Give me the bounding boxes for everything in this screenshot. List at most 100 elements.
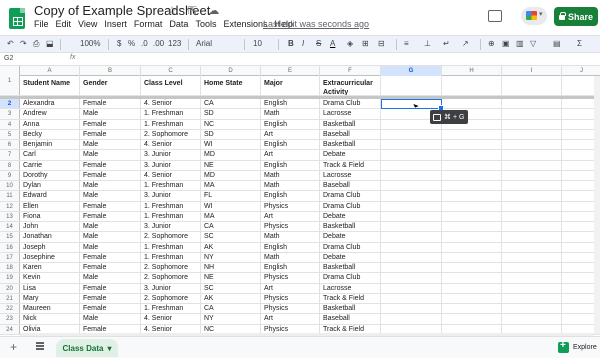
table-cell[interactable]: WI: [201, 201, 261, 211]
table-cell[interactable]: Male: [80, 181, 141, 191]
horizontal-align-icon[interactable]: ≡: [404, 39, 409, 48]
table-cell[interactable]: 3. Junior: [141, 191, 201, 201]
table-cell[interactable]: SC: [201, 283, 261, 293]
table-cell[interactable]: Female: [80, 304, 141, 314]
table-cell[interactable]: Jonathan: [20, 232, 80, 242]
vertical-align-icon[interactable]: ⊥: [424, 39, 431, 48]
row-number[interactable]: 4: [0, 119, 20, 129]
sheet-tab-class-data[interactable]: Class Data ▾: [56, 339, 118, 357]
table-cell[interactable]: Drama Club: [320, 99, 381, 109]
table-cell[interactable]: Male: [80, 273, 141, 283]
row-number[interactable]: 12: [0, 201, 20, 211]
table-cell[interactable]: Anna: [20, 119, 80, 129]
font-select[interactable]: Arial: [196, 39, 212, 48]
table-cell[interactable]: Male: [80, 232, 141, 242]
insert-link-icon[interactable]: ⊕: [488, 39, 495, 48]
table-cell[interactable]: Basketball: [320, 140, 381, 150]
row-number[interactable]: 15: [0, 232, 20, 242]
table-cell[interactable]: [442, 232, 502, 242]
table-cell[interactable]: 1. Freshman: [141, 181, 201, 191]
table-cell[interactable]: [381, 150, 442, 160]
selected-cell-g2[interactable]: [381, 99, 444, 112]
table-cell[interactable]: [502, 263, 562, 273]
table-cell[interactable]: Basketball: [320, 304, 381, 314]
table-cell[interactable]: English: [261, 191, 320, 201]
table-cell[interactable]: Male: [80, 314, 141, 324]
table-cell[interactable]: Lacrosse: [320, 170, 381, 180]
table-cell[interactable]: NE: [201, 273, 261, 283]
column-header-b[interactable]: B: [80, 66, 141, 76]
row-number[interactable]: 18: [0, 263, 20, 273]
table-cell[interactable]: [502, 283, 562, 293]
table-cell[interactable]: 4. Senior: [141, 314, 201, 324]
header-cell[interactable]: [502, 76, 562, 95]
print-icon[interactable]: ⎙: [33, 39, 39, 49]
table-cell[interactable]: Fiona: [20, 211, 80, 221]
table-cell[interactable]: AK: [201, 293, 261, 303]
table-cell[interactable]: Art: [261, 150, 320, 160]
table-cell[interactable]: Art: [261, 314, 320, 324]
table-cell[interactable]: [502, 232, 562, 242]
table-cell[interactable]: [502, 119, 562, 129]
table-cell[interactable]: Karen: [20, 263, 80, 273]
menu-item[interactable]: Extensions: [223, 19, 267, 29]
column-header-j[interactable]: J: [562, 66, 600, 76]
table-cell[interactable]: Drama Club: [320, 191, 381, 201]
table-cell[interactable]: Carrie: [20, 160, 80, 170]
row-number[interactable]: 2: [0, 99, 20, 109]
row-number[interactable]: 17: [0, 252, 20, 262]
column-header-h[interactable]: H: [442, 66, 502, 76]
table-cell[interactable]: Joseph: [20, 242, 80, 252]
borders-icon[interactable]: ⊞: [362, 39, 369, 48]
table-cell[interactable]: SD: [201, 129, 261, 139]
table-cell[interactable]: Edward: [20, 191, 80, 201]
table-cell[interactable]: [502, 140, 562, 150]
table-cell[interactable]: MD: [201, 150, 261, 160]
table-cell[interactable]: Female: [80, 129, 141, 139]
table-cell[interactable]: Art: [261, 129, 320, 139]
star-move-cloud-icons[interactable]: ☆ ⇱ ☁: [167, 4, 223, 17]
table-cell[interactable]: English: [261, 119, 320, 129]
table-cell[interactable]: [381, 263, 442, 273]
table-cell[interactable]: 1. Freshman: [141, 201, 201, 211]
filter-icon[interactable]: ▽: [530, 39, 536, 48]
row-number[interactable]: 10: [0, 181, 20, 191]
table-cell[interactable]: 1. Freshman: [141, 109, 201, 119]
table-cell[interactable]: Female: [80, 252, 141, 262]
table-cell[interactable]: Math: [261, 181, 320, 191]
table-cell[interactable]: Basketball: [320, 263, 381, 273]
table-cell[interactable]: [381, 191, 442, 201]
row-number[interactable]: 1: [0, 76, 20, 95]
table-cell[interactable]: 2. Sophomore: [141, 129, 201, 139]
table-cell[interactable]: Male: [80, 109, 141, 119]
column-header-i[interactable]: I: [502, 66, 562, 76]
select-all-corner[interactable]: [0, 66, 20, 76]
table-cell[interactable]: Debate: [320, 211, 381, 221]
last-edit-link[interactable]: Last edit was seconds ago: [263, 19, 369, 29]
table-cell[interactable]: 3. Junior: [141, 283, 201, 293]
table-cell[interactable]: Dorothy: [20, 170, 80, 180]
table-cell[interactable]: [442, 170, 502, 180]
table-cell[interactable]: MA: [201, 211, 261, 221]
table-cell[interactable]: Physics: [261, 222, 320, 232]
table-cell[interactable]: 1. Freshman: [141, 304, 201, 314]
table-cell[interactable]: 3. Junior: [141, 160, 201, 170]
table-cell[interactable]: SD: [201, 109, 261, 119]
header-cell[interactable]: [442, 76, 502, 95]
header-cell[interactable]: Home State: [201, 76, 261, 95]
column-header-a[interactable]: A: [20, 66, 80, 76]
undo-icon[interactable]: ↶: [7, 39, 14, 48]
table-cell[interactable]: Debate: [320, 232, 381, 242]
row-number[interactable]: 14: [0, 222, 20, 232]
column-header-f[interactable]: F: [320, 66, 381, 76]
table-cell[interactable]: 4. Senior: [141, 140, 201, 150]
table-cell[interactable]: [502, 129, 562, 139]
table-cell[interactable]: SC: [201, 232, 261, 242]
table-cell[interactable]: Math: [261, 252, 320, 262]
table-cell[interactable]: [381, 252, 442, 262]
table-cell[interactable]: [502, 293, 562, 303]
table-cell[interactable]: Physics: [261, 273, 320, 283]
table-cell[interactable]: Male: [80, 242, 141, 252]
table-cell[interactable]: [442, 222, 502, 232]
filter-views-icon[interactable]: ▤: [553, 39, 561, 48]
